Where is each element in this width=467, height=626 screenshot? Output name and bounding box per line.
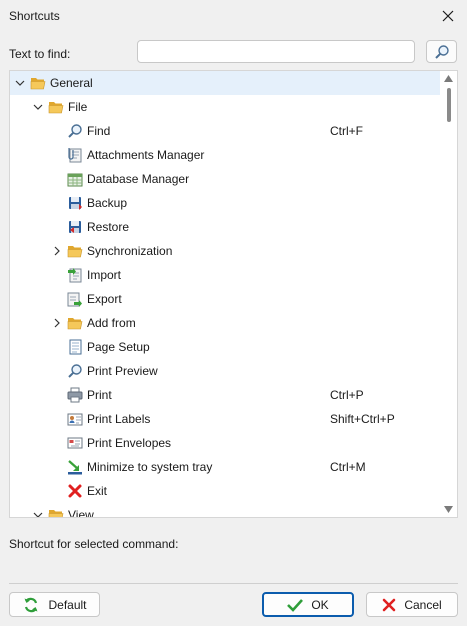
chevron-right-icon[interactable]: [51, 245, 63, 257]
cancel-button-label: Cancel: [404, 597, 442, 612]
import-icon: [67, 267, 83, 283]
paperclip-document-icon: [67, 147, 83, 163]
chevron-right-icon[interactable]: [51, 317, 63, 329]
chevron-down-icon[interactable]: [32, 101, 44, 113]
command-label: Restore: [87, 220, 130, 234]
envelope-icon: [67, 435, 83, 451]
command-tree[interactable]: General File Find Ctrl+F Attachments Man…: [9, 70, 458, 518]
command-item[interactable]: Find Ctrl+F: [10, 119, 441, 143]
command-item[interactable]: Synchronization: [10, 239, 441, 263]
command-item[interactable]: Print Envelopes: [10, 431, 441, 455]
find-label: Text to find:: [9, 47, 71, 61]
folder-icon: [67, 315, 83, 331]
search-button[interactable]: [426, 40, 457, 63]
command-label: Minimize to system tray: [87, 460, 213, 474]
search-icon: [434, 44, 449, 59]
ok-button[interactable]: OK: [262, 592, 354, 617]
restore-icon: [67, 219, 83, 235]
checkmark-icon: [287, 598, 304, 612]
printer-icon: [67, 387, 83, 403]
chevron-down-icon[interactable]: [14, 77, 26, 89]
folder-icon: [67, 243, 83, 259]
shortcut-label: Shortcut for selected command:: [9, 537, 179, 551]
vertical-scrollbar[interactable]: [440, 71, 457, 517]
tree-node-label: General: [50, 76, 93, 90]
tree-node-label: View: [68, 508, 94, 518]
close-icon: [442, 10, 454, 22]
tree-node-general[interactable]: General: [10, 71, 441, 95]
command-shortcut: Ctrl+M: [330, 460, 366, 474]
command-item[interactable]: Minimize to system tray Ctrl+M: [10, 455, 441, 479]
command-item[interactable]: Backup: [10, 191, 441, 215]
command-label: Find: [87, 124, 111, 138]
scrollbar-thumb[interactable]: [447, 88, 451, 122]
command-item[interactable]: Page Setup: [10, 335, 441, 359]
window-title: Shortcuts: [9, 9, 60, 23]
divider: [9, 583, 458, 584]
default-button-label: Default: [48, 597, 87, 612]
scroll-down-arrow-icon[interactable]: [444, 506, 453, 513]
command-label: Print Labels: [87, 412, 151, 426]
red-x-icon: [67, 483, 83, 499]
command-item[interactable]: Print Ctrl+P: [10, 383, 441, 407]
red-x-icon: [382, 598, 396, 612]
refresh-icon: [22, 596, 40, 614]
folder-open-icon: [30, 75, 46, 91]
default-button[interactable]: Default: [9, 592, 100, 617]
command-item[interactable]: Print Preview: [10, 359, 441, 383]
command-item[interactable]: Print Labels Shift+Ctrl+P: [10, 407, 441, 431]
database-icon: [67, 171, 83, 187]
command-label: Add from: [87, 316, 136, 330]
tree-node-label: File: [68, 100, 88, 114]
command-label: Print Preview: [87, 364, 158, 378]
command-shortcut: Ctrl+P: [330, 388, 364, 402]
magnifier-icon: [67, 363, 83, 379]
command-label: Backup: [87, 196, 128, 210]
command-label: Synchronization: [87, 244, 173, 258]
command-label: Print: [87, 388, 112, 402]
command-shortcut: Ctrl+F: [330, 124, 363, 138]
command-item[interactable]: Add from: [10, 311, 441, 335]
export-icon: [67, 291, 83, 307]
command-label: Exit: [87, 484, 108, 498]
command-item[interactable]: Database Manager: [10, 167, 441, 191]
cancel-button[interactable]: Cancel: [366, 592, 458, 617]
command-label: Print Envelopes: [87, 436, 172, 450]
close-button[interactable]: [435, 4, 461, 28]
chevron-down-icon[interactable]: [32, 509, 44, 517]
command-item[interactable]: Attachments Manager: [10, 143, 441, 167]
backup-icon: [67, 195, 83, 211]
command-item[interactable]: Exit: [10, 479, 441, 503]
page-icon: [67, 339, 83, 355]
command-label: Import: [87, 268, 122, 282]
folder-open-icon: [48, 99, 64, 115]
magnifier-icon: [67, 123, 83, 139]
command-item[interactable]: Export: [10, 287, 441, 311]
tree-node-file[interactable]: File: [10, 95, 441, 119]
scroll-up-arrow-icon[interactable]: [444, 75, 453, 82]
command-item[interactable]: Import: [10, 263, 441, 287]
command-label: Attachments Manager: [87, 148, 205, 162]
command-item[interactable]: Restore: [10, 215, 441, 239]
command-label: Database Manager: [87, 172, 190, 186]
command-label: Export: [87, 292, 122, 306]
folder-open-icon: [48, 507, 64, 517]
minimize-tray-icon: [67, 459, 83, 475]
contact-card-icon: [67, 411, 83, 427]
ok-button-label: OK: [311, 597, 329, 612]
title-bar: Shortcuts: [0, 0, 467, 32]
command-label: Page Setup: [87, 340, 150, 354]
command-shortcut: Shift+Ctrl+P: [330, 412, 395, 426]
search-input[interactable]: [137, 40, 415, 63]
tree-node-view[interactable]: View: [10, 503, 441, 518]
